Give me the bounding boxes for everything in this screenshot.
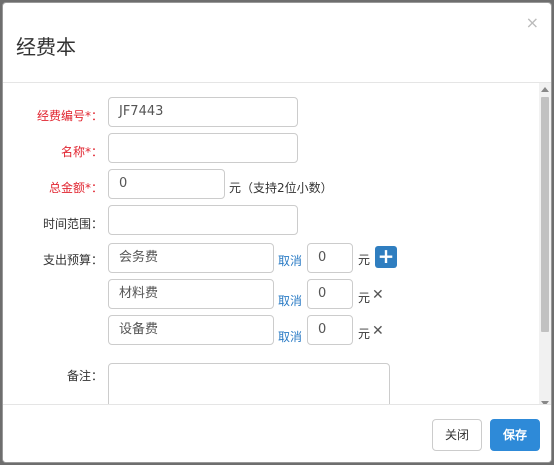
dialog-header: 经费本 × [3, 3, 551, 83]
name-label: 名称*： [60, 145, 103, 159]
scroll-up-arrow-icon[interactable] [541, 87, 549, 92]
scrollbar-thumb[interactable] [541, 97, 549, 332]
scrollbar[interactable] [539, 83, 551, 408]
code-input[interactable]: JF7443 [108, 97, 298, 127]
budget-item-unit: 元 [358, 253, 371, 267]
close-icon[interactable]: ✕ [372, 287, 384, 303]
budget-item-name-input[interactable]: 设备费 [108, 315, 274, 345]
budget-label: 支出预算： [42, 253, 103, 267]
time-range-input[interactable] [108, 205, 298, 235]
budget-item-name-input[interactable]: 会务费 [108, 243, 274, 273]
expense-book-dialog: 经费本 × 经费编号*： JF7443 名称*： 总金额*： 0 元（支持2位小… [2, 2, 552, 463]
note-label: 备注： [66, 369, 103, 383]
budget-item-amount-input[interactable]: 0 [307, 315, 353, 345]
total-suffix: 元（支持2位小数） [229, 181, 333, 195]
close-icon[interactable]: × [526, 13, 539, 32]
total-label: 总金额*： [48, 181, 103, 195]
total-input[interactable]: 0 [108, 169, 225, 199]
name-input[interactable] [108, 133, 298, 163]
time-range-label: 时间范围： [42, 217, 103, 231]
close-icon[interactable]: ✕ [372, 323, 384, 339]
budget-item-cancel-link[interactable]: 取消 [278, 252, 302, 269]
budget-item-cancel-link[interactable]: 取消 [278, 328, 302, 345]
plus-icon[interactable]: + [375, 246, 397, 268]
budget-item-unit: 元 [358, 291, 371, 305]
dialog-title: 经费本 [16, 35, 76, 59]
budget-item-unit: 元 [358, 327, 371, 341]
budget-item-amount-input[interactable]: 0 [307, 243, 353, 273]
dialog-body: 经费编号*： JF7443 名称*： 总金额*： 0 元（支持2位小数） 时间范… [3, 83, 551, 408]
code-label: 经费编号*： [36, 109, 103, 123]
budget-item-amount-input[interactable]: 0 [307, 279, 353, 309]
close-button[interactable]: 关闭 [432, 419, 482, 451]
budget-item-cancel-link[interactable]: 取消 [278, 292, 302, 309]
budget-item-name-input[interactable]: 材料费 [108, 279, 274, 309]
note-textarea[interactable] [108, 363, 390, 408]
save-button[interactable]: 保存 [490, 419, 540, 451]
dialog-footer: 关闭 保存 [3, 404, 551, 462]
